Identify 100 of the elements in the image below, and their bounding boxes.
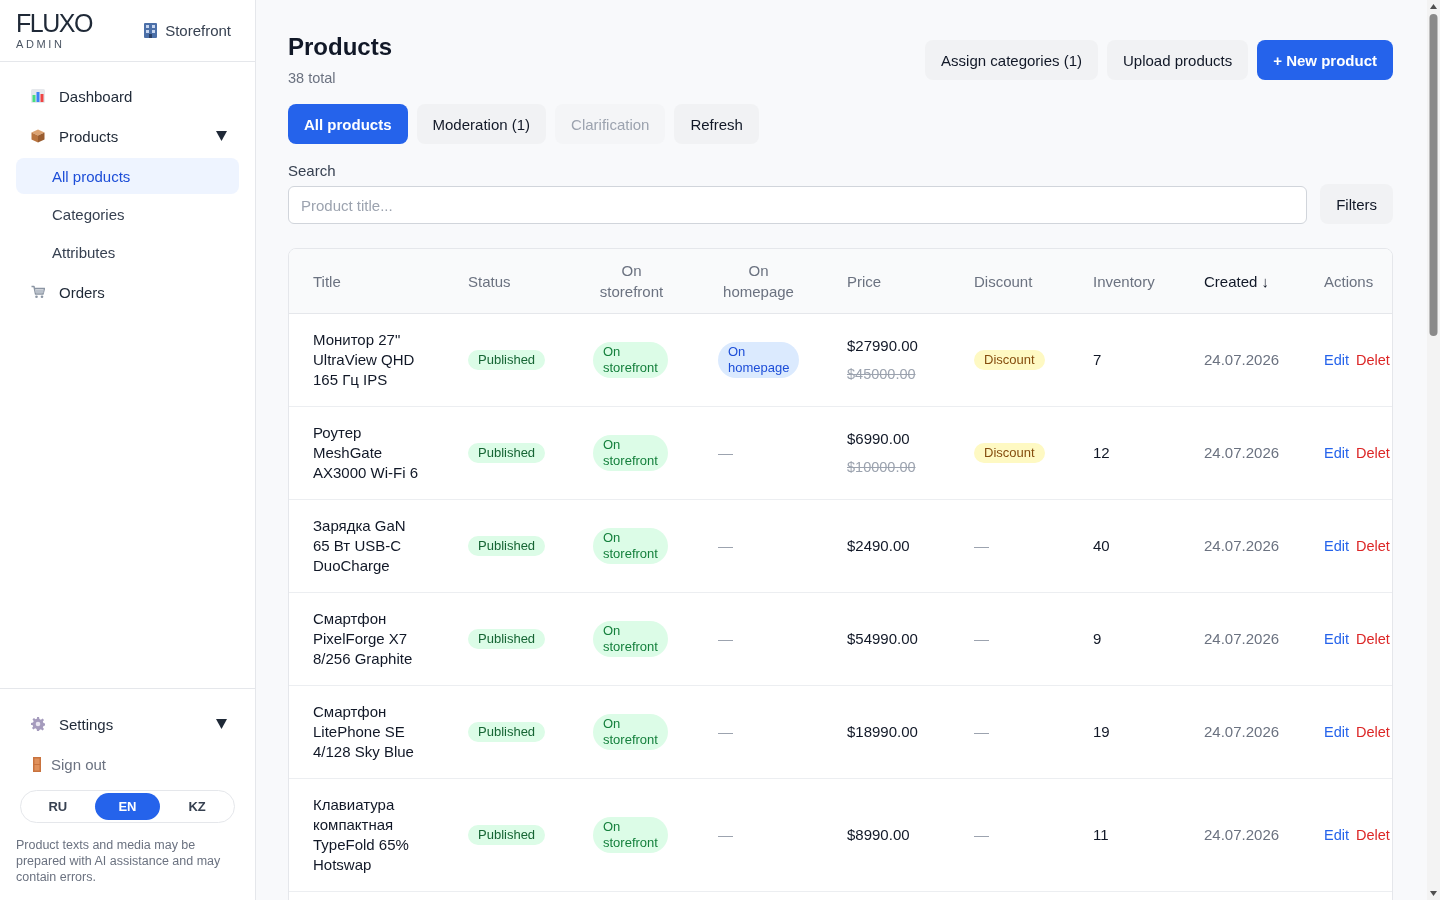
- storefront-badge: On storefront: [593, 621, 668, 657]
- delete-link[interactable]: Delet: [1356, 352, 1390, 368]
- column-header: On homepage: [722, 261, 795, 302]
- empty-dash: —: [718, 826, 733, 843]
- language-option[interactable]: KZ: [164, 793, 230, 820]
- price-text: $18990.00: [847, 722, 919, 742]
- inventory-count: 12: [1093, 444, 1110, 461]
- nav-subitem[interactable]: Categories: [16, 196, 239, 232]
- action-button[interactable]: Assign categories (1): [925, 40, 1098, 80]
- column-header: Discount: [973, 271, 1034, 292]
- scrollbar[interactable]: [1427, 0, 1440, 900]
- status-badge: Published: [468, 443, 546, 463]
- edit-link[interactable]: Edit: [1324, 631, 1349, 647]
- product-title: Клавиатура компактная TypeFold 65% Hotswap: [313, 795, 410, 875]
- gear-icon: [31, 717, 45, 731]
- sign-out-item[interactable]: Sign out: [16, 744, 239, 784]
- inventory-count: 9: [1093, 630, 1102, 647]
- language-option[interactable]: RU: [25, 793, 91, 820]
- column-header: Inventory: [1092, 271, 1156, 292]
- product-title: Смартфон LitePhone SE 4/128 Sky Blue: [313, 702, 415, 762]
- product-count: 38 total: [288, 69, 337, 88]
- delete-link[interactable]: Delet: [1356, 445, 1390, 461]
- created-date: 24.07.2026: [1204, 537, 1280, 554]
- search-label: Search: [288, 162, 337, 180]
- edit-link[interactable]: Edit: [1324, 352, 1349, 368]
- column-header: Actions: [1323, 271, 1375, 292]
- ai-disclaimer: Product texts and media may be prepared with AI assistance and may contain errors.: [16, 837, 222, 885]
- storefront-badge: On storefront: [593, 342, 668, 378]
- nav-item[interactable]: Dashboard: [16, 76, 239, 116]
- empty-dash: —: [718, 723, 733, 740]
- edit-link[interactable]: Edit: [1324, 538, 1349, 554]
- homepage-badge: On homepage: [718, 342, 800, 378]
- inventory-count: 40: [1093, 537, 1110, 554]
- filters-button[interactable]: Filters: [1320, 184, 1393, 224]
- empty-dash: —: [974, 537, 989, 554]
- box-icon: [31, 129, 45, 143]
- action-button[interactable]: Upload products: [1107, 40, 1249, 80]
- old-price-text: $45000.00: [847, 365, 917, 384]
- bar-chart-icon: [31, 89, 45, 103]
- logo-subtitle: ADMIN: [16, 38, 66, 50]
- price-text: $54990.00: [847, 629, 919, 649]
- cart-icon: [31, 285, 45, 299]
- storefront-link[interactable]: Storefront: [144, 22, 231, 39]
- product-title: Смартфон PixelForge X7 8/256 Graphite: [313, 609, 414, 669]
- empty-dash: —: [974, 826, 989, 843]
- discount-badge: Discount: [974, 350, 1045, 370]
- discount-badge: Discount: [974, 443, 1045, 463]
- status-badge: Published: [468, 629, 546, 649]
- page-title: Products: [288, 32, 392, 62]
- search-field[interactable]: Product title...: [288, 186, 1308, 224]
- price-text: $6990.00: [847, 429, 911, 449]
- price-text: $27990.00: [847, 336, 919, 356]
- language-option[interactable]: EN: [94, 793, 161, 820]
- column-header: Price: [846, 271, 883, 292]
- building-icon: [144, 23, 158, 38]
- old-price-text: $10000.00: [847, 458, 917, 477]
- nav-item[interactable]: Orders: [16, 272, 239, 312]
- logo-wordmark: FLUXO: [16, 11, 92, 35]
- new-product-button[interactable]: + New product: [1257, 40, 1393, 80]
- product-title: Роутер MeshGate AX3000 Wi-Fi 6: [313, 423, 420, 483]
- status-badge: Published: [468, 722, 546, 742]
- edit-link[interactable]: Edit: [1324, 724, 1349, 740]
- empty-dash: —: [718, 537, 733, 554]
- delete-link[interactable]: Delet: [1356, 827, 1390, 843]
- created-date: 24.07.2026: [1204, 826, 1280, 843]
- refresh-button[interactable]: Refresh: [674, 104, 759, 144]
- product-title: Зарядка GaN 65 Вт USB-C DuoCharge: [313, 516, 407, 576]
- filter-tab[interactable]: All products: [288, 104, 408, 144]
- status-badge: Published: [468, 536, 546, 556]
- column-header: On storefront: [598, 261, 665, 302]
- caret-icon: [216, 131, 227, 141]
- product-title: Монитор 27" UltraView QHD 165 Гц IPS: [313, 330, 416, 390]
- inventory-count: 7: [1093, 351, 1102, 368]
- price-text: $8990.00: [847, 825, 911, 845]
- price-text: $2490.00: [847, 536, 911, 556]
- delete-link[interactable]: Delet: [1356, 724, 1390, 740]
- storefront-badge: On storefront: [593, 528, 668, 564]
- filter-tab[interactable]: Moderation (1): [416, 104, 547, 144]
- empty-dash: —: [974, 723, 989, 740]
- delete-link[interactable]: Delet: [1356, 631, 1390, 647]
- column-header: Status: [467, 271, 512, 292]
- created-date: 24.07.2026: [1204, 723, 1280, 740]
- inventory-count: 11: [1093, 826, 1109, 843]
- settings-item[interactable]: Settings: [16, 704, 239, 744]
- delete-link[interactable]: Delet: [1356, 538, 1390, 554]
- storefront-badge: On storefront: [593, 817, 668, 853]
- edit-link[interactable]: Edit: [1324, 445, 1349, 461]
- created-date: 24.07.2026: [1204, 351, 1280, 368]
- caret-icon: [216, 719, 227, 729]
- nav-subitem[interactable]: Attributes: [16, 234, 239, 270]
- inventory-count: 19: [1093, 723, 1110, 740]
- status-badge: Published: [468, 350, 546, 370]
- status-badge: Published: [468, 825, 546, 845]
- empty-dash: —: [718, 444, 733, 461]
- nav-subitem[interactable]: All products: [16, 158, 239, 194]
- storefront-badge: On storefront: [593, 435, 668, 471]
- edit-link[interactable]: Edit: [1324, 827, 1349, 843]
- door-icon: [33, 756, 41, 772]
- column-header: Title: [312, 271, 342, 292]
- nav-item[interactable]: Products: [16, 116, 239, 156]
